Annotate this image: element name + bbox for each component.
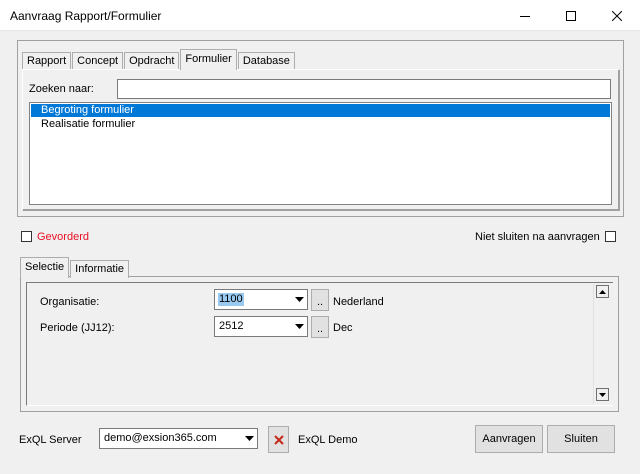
formulier-listbox[interactable]: Begroting formulier Realisatie formulier [29, 102, 612, 205]
delete-x-icon [273, 434, 284, 445]
scroll-down-button[interactable] [596, 388, 609, 401]
main-tab-strip: Rapport Concept Opdracht Formulier Datab… [22, 49, 296, 70]
close-button[interactable] [594, 0, 640, 31]
organisatie-label: Organisatie: [40, 296, 100, 308]
tab-selectie[interactable]: Selectie [20, 257, 70, 278]
tab-rapport[interactable]: Rapport [22, 52, 72, 70]
list-item[interactable]: Begroting formulier [31, 104, 610, 117]
triangle-up-icon [599, 289, 606, 294]
aanvragen-button[interactable]: Aanvragen [475, 425, 543, 453]
chevron-down-icon [244, 436, 254, 441]
vertical-scrollbar[interactable] [593, 284, 610, 404]
organisatie-combo[interactable]: 1100 [214, 289, 308, 310]
server-combo[interactable]: demo@exsion365.com [99, 428, 258, 449]
title-bar: Aanvraag Rapport/Formulier [0, 0, 640, 31]
periode-combo[interactable]: 2512 [214, 316, 308, 337]
scroll-up-button[interactable] [596, 285, 609, 298]
organisatie-dropdown-button[interactable] [290, 290, 307, 309]
server-label: ExQL Server [19, 434, 82, 446]
search-label: Zoeken naar: [29, 83, 94, 95]
tab-opdracht[interactable]: Opdracht [124, 52, 180, 70]
server-dropdown-button[interactable] [240, 429, 257, 448]
delete-server-button[interactable] [268, 426, 289, 453]
periode-description: Dec [333, 322, 353, 334]
niet-sluiten-checkbox[interactable] [605, 231, 616, 242]
organisatie-description: Nederland [333, 296, 384, 308]
periode-value: 2512 [219, 320, 244, 332]
tab-concept[interactable]: Concept [72, 52, 124, 70]
maximize-icon [566, 10, 576, 21]
minimize-button[interactable] [502, 0, 548, 31]
window-title: Aanvraag Rapport/Formulier [10, 9, 162, 23]
periode-dropdown-button[interactable] [290, 317, 307, 336]
tab-database[interactable]: Database [237, 52, 295, 70]
tab-informatie[interactable]: Informatie [70, 260, 130, 278]
minimize-icon [520, 15, 530, 17]
list-item[interactable]: Realisatie formulier [31, 118, 610, 131]
tab-formulier[interactable]: Formulier [180, 49, 237, 70]
chevron-down-icon [294, 324, 304, 329]
search-input[interactable] [117, 79, 611, 99]
niet-sluiten-label: Niet sluiten na aanvragen [475, 231, 600, 243]
organisatie-lookup-button[interactable]: .. [311, 289, 329, 311]
triangle-down-icon [599, 392, 606, 397]
close-icon [612, 10, 622, 21]
organisatie-value: 1100 [218, 293, 244, 306]
server-value: demo@exsion365.com [104, 432, 217, 444]
chevron-down-icon [294, 297, 304, 302]
periode-label: Periode (JJ12): [40, 322, 115, 334]
sub-tab-strip: Selectie Informatie [20, 257, 130, 278]
periode-lookup-button[interactable]: .. [311, 316, 329, 338]
gevorderd-label: Gevorderd [37, 231, 89, 243]
sluiten-button[interactable]: Sluiten [547, 425, 615, 453]
gevorderd-checkbox[interactable] [21, 231, 32, 242]
maximize-button[interactable] [548, 0, 594, 31]
server-name: ExQL Demo [298, 434, 358, 446]
